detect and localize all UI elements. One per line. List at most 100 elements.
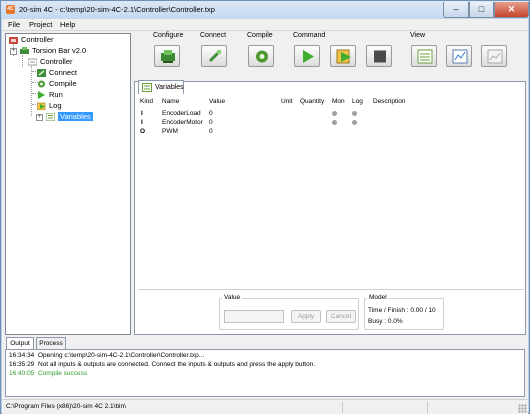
log-text: Not all inputs & outputs are connected. … (38, 361, 316, 368)
minimize-button[interactable]: – (443, 2, 469, 18)
window-title: 20-sim 4C - c:\temp\20-sim-4C-2.1\Contro… (19, 5, 215, 14)
cancel-button[interactable]: Cancel (326, 310, 356, 323)
column-header-log[interactable]: Log (352, 98, 363, 108)
menu-file[interactable]: File (8, 20, 20, 29)
stop-icon (374, 50, 386, 63)
client-area: Controller + Torsion Bar v2.0 Controller… (2, 31, 528, 399)
apply-button[interactable]: Apply (291, 310, 321, 323)
variables-view-icon (417, 49, 433, 64)
log-icon (36, 102, 46, 111)
model-icon (27, 58, 38, 66)
column-header-mon[interactable]: Mon (332, 98, 345, 108)
kind-cell: I (141, 119, 143, 126)
table-row[interactable]: I EncoderLoad 0 (135, 109, 525, 118)
toolbar-group-label: Configure (153, 32, 184, 39)
tab-label: Variables (155, 84, 184, 91)
tree-item-controller[interactable]: Controller (27, 57, 73, 67)
value-cell[interactable]: 0 (209, 127, 213, 136)
tree-item-label: Connect (49, 68, 77, 77)
name-cell: PWM (162, 128, 178, 135)
log-line: 16:34:34 Opening c:\temp\20-sim-4C-2.1\Co… (9, 351, 204, 360)
connector-icon (208, 50, 221, 63)
column-header-description[interactable]: Description (373, 98, 406, 108)
tree-item-variables[interactable]: Variables (45, 112, 93, 122)
log-dot[interactable] (352, 120, 357, 125)
tree-item-label: Variables (58, 112, 93, 121)
stop-button[interactable] (366, 45, 392, 67)
log-line-success: 16:40:05 Compile success (9, 369, 87, 378)
monitor-button[interactable] (330, 45, 356, 67)
tab-variables[interactable]: Variables (138, 80, 184, 94)
tree-item-label: Controller (40, 57, 73, 66)
connect-icon (37, 69, 46, 77)
status-divider (427, 402, 428, 413)
run-button[interactable] (294, 45, 320, 67)
tree-expander[interactable]: + (10, 48, 17, 55)
busy-readout: Busy : 0.0% (368, 318, 403, 325)
configure-button[interactable] (154, 45, 180, 67)
status-divider (342, 402, 343, 413)
tree-item-root[interactable]: Controller (9, 35, 54, 45)
app-icon: 4C (6, 5, 15, 14)
project-tree[interactable]: Controller + Torsion Bar v2.0 Controller… (5, 33, 131, 335)
main-panel: Configure Connect Compile Command View V… (134, 31, 526, 335)
kind-cell: I (141, 110, 143, 117)
board-icon (161, 50, 175, 63)
menu-help[interactable]: Help (60, 20, 75, 29)
tree-item-label: Controller (21, 35, 54, 44)
column-header-kind[interactable]: Kind (140, 98, 153, 108)
tree-item-label: Compile (49, 79, 77, 88)
status-path: C:\Program Files (x86)\20-sim 4C 2.1\bin… (6, 403, 126, 410)
table-row[interactable]: I EncoderMotor 0 (135, 118, 525, 127)
view-plot2-button[interactable] (481, 45, 507, 67)
divider (138, 289, 524, 290)
log-dot[interactable] (352, 111, 357, 116)
compile-button[interactable] (248, 45, 274, 67)
value-group: Value Apply Cancel (219, 294, 359, 330)
tree-line (22, 55, 23, 67)
toolbar-group-label: Command (293, 32, 326, 39)
value-input[interactable] (224, 310, 284, 323)
column-header-unit[interactable]: Unit (281, 98, 293, 108)
maximize-button[interactable]: □ (469, 2, 494, 18)
plot-view-disabled-icon (487, 49, 503, 64)
monitor-dot[interactable] (332, 120, 337, 125)
variables-panel: Variables Kind Name Value Unit Quantity … (134, 80, 526, 335)
value-cell[interactable]: 0 (209, 109, 213, 118)
tree-item-compile[interactable]: Compile (37, 79, 77, 89)
toolbar-group-label: View (410, 32, 426, 39)
log-text: Opening c:\temp\20-sim-4C-2.1\Controller… (38, 352, 205, 359)
toolbar-group-label: Connect (200, 32, 227, 39)
column-header-quantity[interactable]: Quantity (300, 98, 324, 108)
view-variables-button[interactable] (411, 45, 437, 67)
play-icon (37, 91, 46, 99)
tree-expander[interactable]: + (36, 114, 43, 121)
tree-item-target[interactable]: Torsion Bar v2.0 (20, 46, 86, 56)
kind-cell: O (140, 128, 146, 135)
column-header-value[interactable]: Value (209, 98, 225, 108)
resize-grip[interactable] (518, 404, 527, 413)
tree-item-log[interactable]: Log (36, 101, 62, 111)
title-bar[interactable]: 4C 20-sim 4C - c:\temp\20-sim-4C-2.1\Con… (1, 1, 529, 19)
connect-button[interactable] (201, 45, 227, 67)
controller-icon (9, 36, 18, 44)
output-tabs: Output Process (5, 337, 525, 350)
name-cell: EncoderLoad (162, 110, 201, 117)
tree-item-label: Torsion Bar v2.0 (32, 46, 87, 55)
value-cell[interactable]: 0 (209, 118, 213, 127)
column-header-name[interactable]: Name (162, 98, 179, 108)
tree-item-connect[interactable]: Connect (37, 68, 77, 78)
value-group-title: Value (222, 294, 243, 301)
table-row[interactable]: O PWM 0 (135, 127, 525, 136)
name-cell: EncoderMotor (162, 119, 203, 126)
log-text: Compile success (38, 370, 88, 377)
output-log[interactable]: 16:34:34 Opening c:\temp\20-sim-4C-2.1\Co… (5, 349, 525, 397)
view-plot-button[interactable] (446, 45, 472, 67)
close-button[interactable]: ✕ (494, 2, 529, 18)
tree-item-run[interactable]: Run (37, 90, 63, 100)
monitor-dot[interactable] (332, 111, 337, 116)
variables-icon (45, 112, 56, 122)
tab-process[interactable]: Process (36, 337, 66, 349)
gear-icon (37, 80, 46, 88)
menu-project[interactable]: Project (29, 20, 52, 29)
